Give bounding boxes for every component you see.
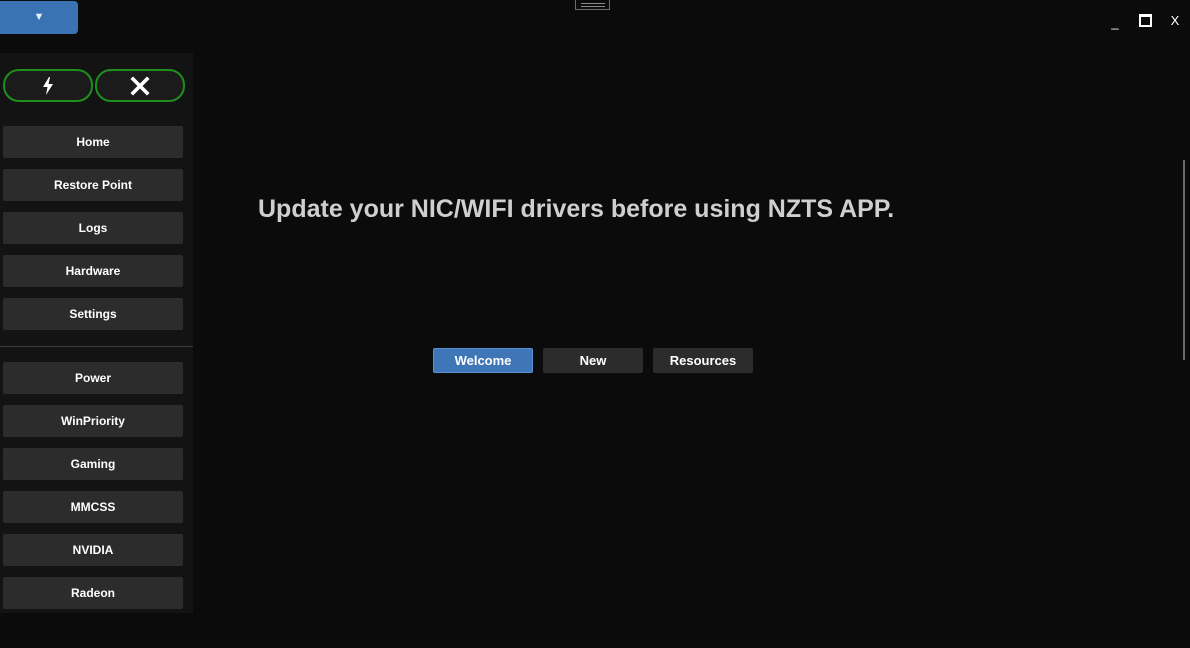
- boost-button[interactable]: [3, 69, 93, 102]
- tab-resources[interactable]: Resources: [653, 348, 753, 373]
- tab-welcome[interactable]: Welcome: [433, 348, 533, 373]
- sidebar-item-power[interactable]: Power: [3, 362, 183, 394]
- minimize-button[interactable]: _: [1100, 8, 1130, 32]
- vertical-scrollbar[interactable]: [1183, 160, 1185, 360]
- menu-toggle-button[interactable]: ▼: [0, 1, 78, 34]
- sidebar-item-hardware[interactable]: Hardware: [3, 255, 183, 287]
- sidebar-item-radeon[interactable]: Radeon: [3, 577, 183, 609]
- sidebar-item-mmcss[interactable]: MMCSS: [3, 491, 183, 523]
- sidebar: Home Restore Point Logs Hardware Setting…: [0, 53, 193, 613]
- app-window: ▼ _ X Home Restore Point Logs Hardware S…: [0, 0, 1190, 648]
- chevron-down-icon: ▼: [33, 11, 45, 23]
- close-icon: [130, 75, 150, 96]
- close-action-button[interactable]: [95, 69, 185, 102]
- lightning-icon: [43, 76, 53, 95]
- close-window-button[interactable]: X: [1160, 8, 1190, 32]
- sidebar-divider: [0, 346, 193, 347]
- sidebar-item-home[interactable]: Home: [3, 126, 183, 158]
- tab-new[interactable]: New: [543, 348, 643, 373]
- sidebar-item-logs[interactable]: Logs: [3, 212, 183, 244]
- sidebar-item-settings[interactable]: Settings: [3, 298, 183, 330]
- quick-actions: [3, 69, 185, 102]
- sidebar-item-nvidia[interactable]: NVIDIA: [3, 534, 183, 566]
- window-controls: _ X: [1100, 8, 1190, 32]
- drag-handle-icon[interactable]: [575, 0, 610, 10]
- page-headline: Update your NIC/WIFI drivers before usin…: [258, 195, 895, 223]
- sidebar-item-restore-point[interactable]: Restore Point: [3, 169, 183, 201]
- sidebar-item-gaming[interactable]: Gaming: [3, 448, 183, 480]
- drag-handle-bars: [580, 2, 605, 7]
- maximize-button[interactable]: [1130, 8, 1160, 32]
- maximize-icon: [1138, 13, 1152, 27]
- sidebar-item-winpriority[interactable]: WinPriority: [3, 405, 183, 437]
